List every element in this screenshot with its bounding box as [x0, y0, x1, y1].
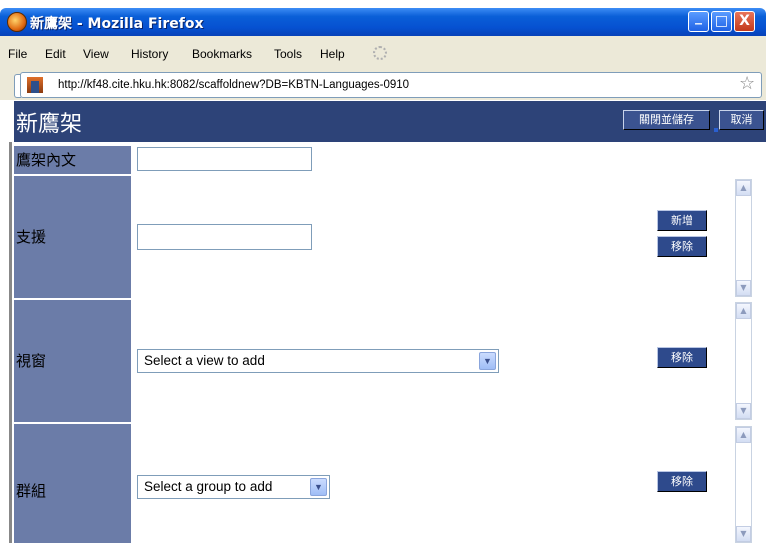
chevron-down-icon[interactable]: ▼ — [310, 478, 327, 496]
firefox-icon — [7, 12, 27, 32]
support-label: 支援 — [14, 176, 131, 298]
close-icon: X — [739, 13, 750, 29]
minimize-icon: _ — [695, 9, 702, 25]
close-save-button[interactable]: 關閉並儲存 — [623, 110, 710, 130]
menu-view[interactable]: View — [83, 47, 109, 61]
menu-edit-label: Edit — [45, 47, 66, 61]
scroll-up-icon[interactable]: ▲ — [736, 427, 751, 443]
close-save-label: 關閉並儲存 — [639, 113, 694, 126]
group-label: 群組 — [14, 424, 131, 543]
menu-file[interactable]: File — [8, 47, 27, 61]
menu-history[interactable]: History — [131, 47, 168, 61]
window-title-browser: - Mozilla Firefox — [76, 16, 204, 32]
scroll-up-icon[interactable]: ▲ — [736, 180, 751, 196]
scaffold-content-input[interactable] — [137, 147, 312, 171]
group-label-text: 群組 — [16, 482, 47, 500]
menu-bookmarks[interactable]: Bookmarks — [192, 47, 252, 61]
scroll-up-icon[interactable]: ▲ — [736, 303, 751, 319]
menu-view-label: View — [83, 47, 109, 61]
page-title: 新鷹架 — [16, 112, 83, 137]
view-label-text: 視窗 — [16, 352, 47, 370]
content-label-text: 鷹架內文 — [16, 151, 77, 169]
add-support-button[interactable]: 新增 — [657, 210, 707, 231]
address-url[interactable]: http://kf48.cite.hku.hk:8082/scaffoldnew… — [58, 79, 409, 91]
window-title-app: 新鷹架 — [30, 16, 72, 32]
maximize-icon: □ — [714, 13, 729, 29]
menu-tools-label: Tools — [274, 47, 303, 61]
cancel-label: 取消 — [730, 113, 753, 126]
menu-bookmarks-label: Bookmarks — [192, 47, 253, 61]
menu-edit[interactable]: Edit — [45, 47, 66, 61]
menu-history-label: History — [131, 47, 169, 61]
view-list-scrollbar[interactable]: ▲ ▼ — [735, 302, 752, 420]
site-favicon-icon — [27, 77, 43, 93]
window-left-border — [9, 142, 12, 543]
group-list-scrollbar[interactable]: ▲ ▼ — [735, 426, 752, 543]
view-select-value: Select a view to add — [144, 353, 265, 368]
support-label-text: 支援 — [16, 228, 47, 246]
menu-file-label: File — [8, 47, 28, 61]
menu-help[interactable]: Help — [320, 47, 345, 61]
group-select-value: Select a group to add — [144, 479, 273, 494]
remove-view-label: 移除 — [671, 351, 693, 364]
loading-throbber-icon — [373, 46, 387, 60]
window-title: 新鷹架 - Mozilla Firefox — [30, 13, 203, 33]
maximize-button[interactable]: □ — [711, 11, 732, 32]
minimize-button[interactable]: _ — [688, 9, 709, 32]
remove-view-button[interactable]: 移除 — [657, 347, 707, 368]
remove-support-button[interactable]: 移除 — [657, 236, 707, 257]
menu-help-label: Help — [320, 47, 345, 61]
cancel-button[interactable]: 取消 — [719, 110, 764, 130]
content-label: 鷹架內文 — [14, 146, 131, 174]
focus-accent — [714, 128, 718, 132]
support-list-scrollbar[interactable]: ▲ ▼ — [735, 179, 752, 297]
chevron-down-icon[interactable]: ▼ — [479, 352, 496, 370]
group-select[interactable]: Select a group to add ▼ — [137, 475, 330, 499]
add-support-label: 新增 — [671, 214, 693, 227]
bookmark-star-icon[interactable]: ☆ — [739, 75, 755, 93]
scroll-down-icon[interactable]: ▼ — [736, 403, 751, 419]
scroll-down-icon[interactable]: ▼ — [736, 280, 751, 296]
remove-group-label: 移除 — [671, 475, 693, 488]
support-input[interactable] — [137, 224, 312, 250]
view-select[interactable]: Select a view to add ▼ — [137, 349, 499, 373]
close-button[interactable]: X — [734, 11, 755, 32]
remove-group-button[interactable]: 移除 — [657, 471, 707, 492]
menu-tools[interactable]: Tools — [274, 47, 302, 61]
scroll-down-icon[interactable]: ▼ — [736, 526, 751, 542]
view-label: 視窗 — [14, 300, 131, 422]
remove-support-label: 移除 — [671, 240, 693, 253]
page-top-strip — [0, 0, 766, 8]
